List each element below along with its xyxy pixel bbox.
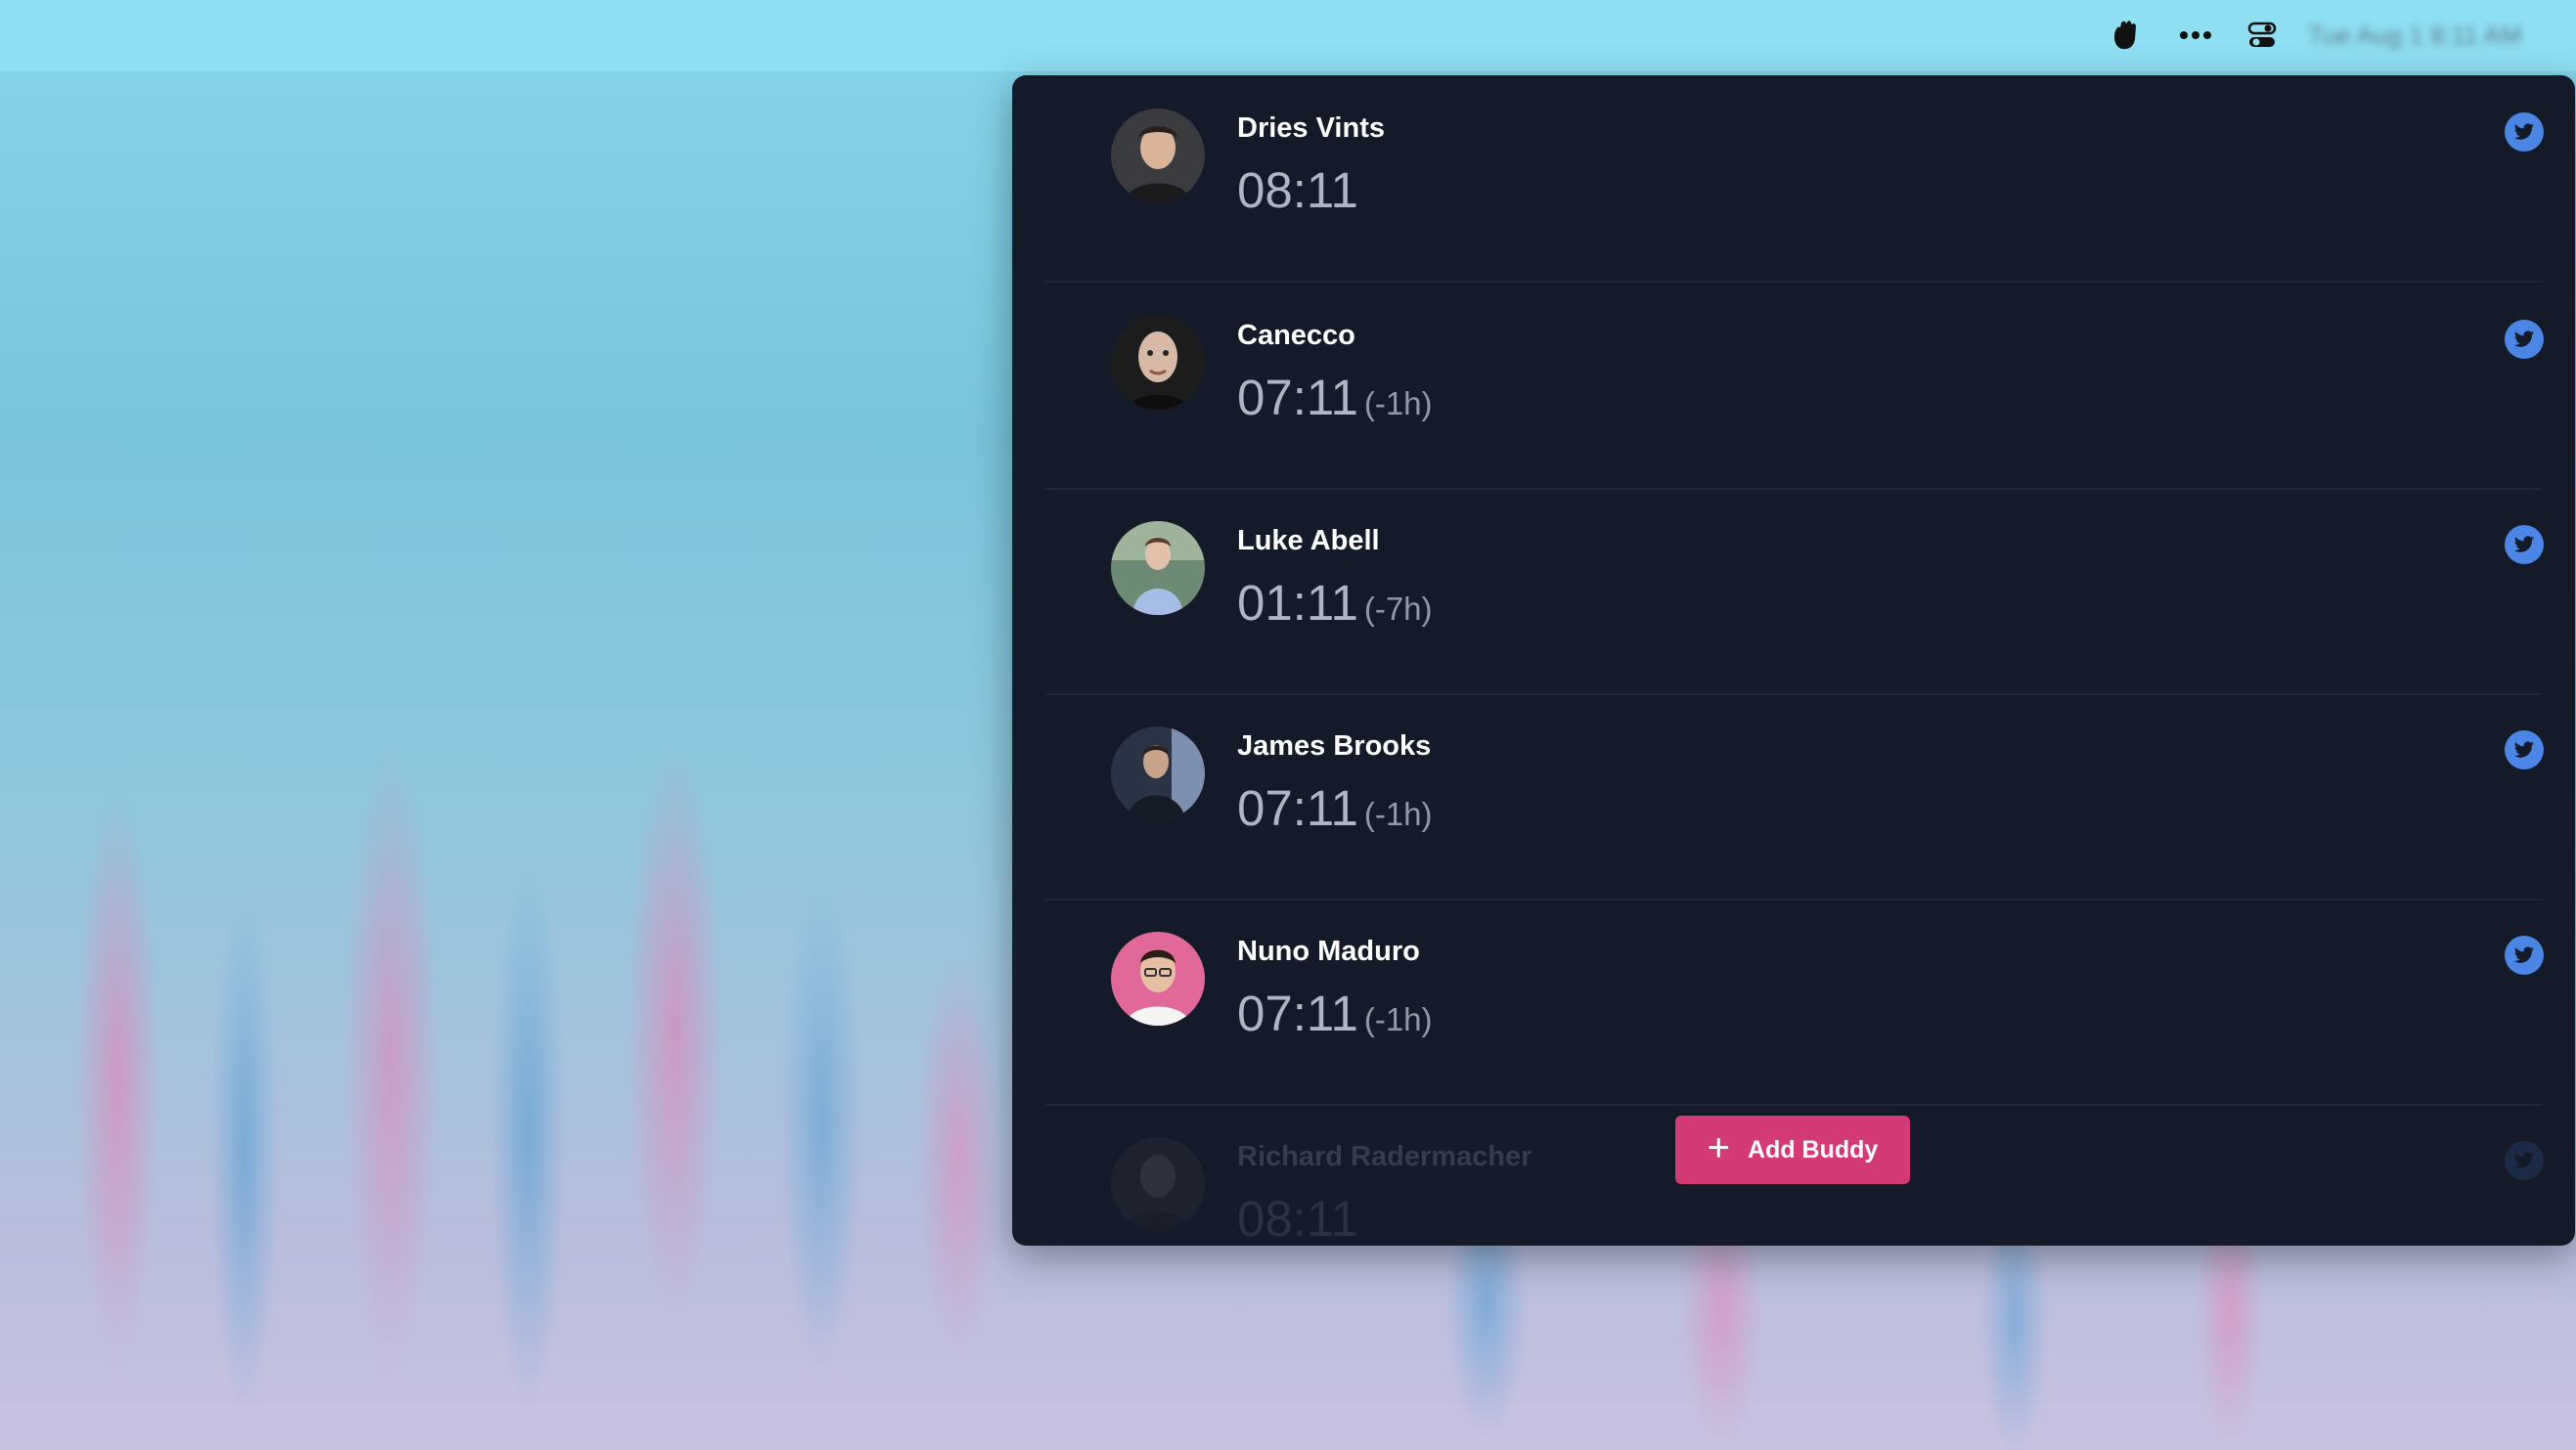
buddy-row: Dries Vints 08:11	[1045, 75, 2544, 283]
buddy-time: 07:11 (-1h)	[1237, 370, 1433, 425]
buddy-time: 01:11 (-7h)	[1237, 575, 1433, 631]
twitter-icon[interactable]	[2505, 730, 2544, 769]
buddy-name: Nuno Maduro	[1237, 936, 1420, 967]
avatar	[1111, 316, 1205, 410]
avatar	[1111, 726, 1205, 820]
twitter-icon[interactable]	[2505, 525, 2544, 564]
add-buddy-button[interactable]: + Add Buddy	[1675, 1116, 1910, 1184]
twitter-icon[interactable]	[2505, 112, 2544, 152]
hand-wave-icon[interactable]	[2105, 16, 2144, 55]
buddy-name: Canecco	[1237, 320, 1355, 351]
buddy-name: Luke Abell	[1237, 525, 1380, 556]
menu-bar: Tue Aug 1 8:11 AM	[0, 0, 2576, 71]
buddies-panel: Dries Vints 08:11 Canecco 07:11 (-1h) Lu…	[1012, 75, 2575, 1246]
twitter-icon[interactable]	[2505, 1141, 2544, 1180]
avatar	[1111, 521, 1205, 615]
buddy-time: 08:11	[1237, 1191, 1358, 1246]
plus-icon: +	[1707, 1126, 1731, 1169]
avatar	[1111, 1137, 1205, 1231]
avatar	[1111, 932, 1205, 1026]
buddy-row: Canecco 07:11 (-1h)	[1045, 283, 2544, 490]
buddy-row: Luke Abell 01:11 (-7h)	[1045, 488, 2544, 695]
twitter-icon[interactable]	[2505, 320, 2544, 359]
add-buddy-label: Add Buddy	[1748, 1135, 1879, 1164]
buddy-time: 07:11 (-1h)	[1237, 986, 1433, 1041]
buddy-name: James Brooks	[1237, 730, 1432, 762]
buddy-name: Richard Radermacher	[1237, 1141, 1532, 1172]
twitter-icon[interactable]	[2505, 936, 2544, 975]
buddy-time: 07:11 (-1h)	[1237, 780, 1433, 836]
avatar	[1111, 109, 1205, 202]
buddy-time: 08:11	[1237, 162, 1358, 218]
menu-bar-clock[interactable]: Tue Aug 1 8:11 AM	[2308, 18, 2553, 53]
buddy-row: Nuno Maduro 07:11 (-1h)	[1045, 899, 2544, 1106]
buddy-name: Dries Vints	[1237, 112, 1385, 144]
more-icon[interactable]	[2176, 16, 2215, 55]
buddy-row: James Brooks 07:11 (-1h)	[1045, 693, 2544, 901]
control-center-icon[interactable]	[2243, 16, 2282, 55]
